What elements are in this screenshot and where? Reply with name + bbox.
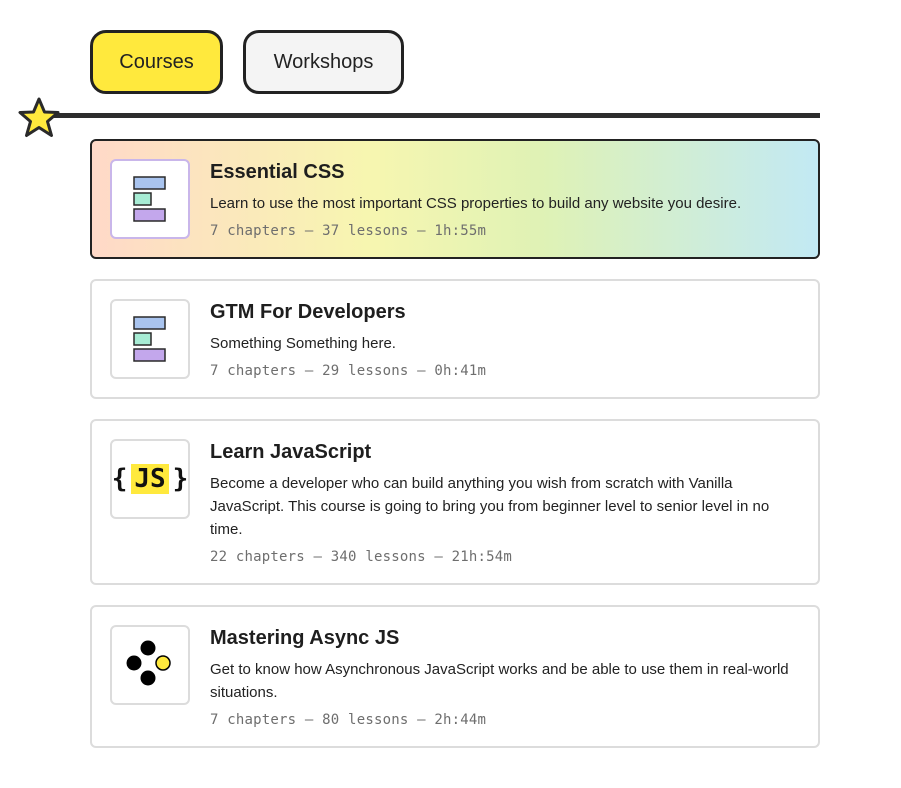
tab-workshops[interactable]: Workshops bbox=[243, 30, 404, 94]
css-blocks-icon bbox=[133, 176, 166, 222]
course-meta: 7 chapters — 80 lessons — 2h:44m bbox=[210, 712, 487, 728]
course-meta: 7 chapters — 37 lessons — 1h:55m bbox=[210, 223, 487, 239]
course-title: Essential CSS bbox=[210, 161, 345, 183]
course-list: Essential CSS Learn to use the most impo… bbox=[90, 139, 820, 768]
course-description: Learn to use the most important CSS prop… bbox=[210, 195, 742, 212]
tab-courses[interactable]: Courses bbox=[90, 30, 223, 94]
star-icon bbox=[18, 97, 60, 137]
section-divider bbox=[40, 113, 820, 118]
js-badge: JS bbox=[131, 464, 169, 494]
brace-close: } bbox=[172, 464, 189, 494]
course-thumbnail bbox=[110, 299, 190, 379]
course-description: Become a developer who can build anythin… bbox=[210, 475, 770, 538]
course-card-mastering-async-js[interactable]: Mastering Async JS Get to know how Async… bbox=[90, 605, 820, 748]
course-thumbnail bbox=[110, 159, 190, 239]
course-description: Something Something here. bbox=[210, 335, 396, 352]
course-meta: 7 chapters — 29 lessons — 0h:41m bbox=[210, 363, 487, 379]
brace-open: { bbox=[111, 464, 128, 494]
course-title: Learn JavaScript bbox=[210, 441, 372, 463]
course-card-essential-css[interactable]: Essential CSS Learn to use the most impo… bbox=[90, 139, 820, 259]
css-blocks-icon bbox=[133, 316, 166, 362]
async-dots-icon bbox=[126, 640, 171, 686]
course-description: Get to know how Asynchronous JavaScript … bbox=[210, 661, 789, 701]
course-card-learn-javascript[interactable]: { JS } Learn JavaScript Become a develop… bbox=[90, 419, 820, 585]
tab-bar: Courses Workshops bbox=[90, 30, 404, 94]
course-card-gtm-for-developers[interactable]: GTM For Developers Something Something h… bbox=[90, 279, 820, 399]
js-braces-icon: { JS } bbox=[111, 464, 189, 494]
course-thumbnail bbox=[110, 625, 190, 705]
course-meta: 22 chapters — 340 lessons — 21h:54m bbox=[210, 549, 513, 565]
course-title: GTM For Developers bbox=[210, 301, 406, 323]
course-title: Mastering Async JS bbox=[210, 627, 400, 649]
course-thumbnail: { JS } bbox=[110, 439, 190, 519]
